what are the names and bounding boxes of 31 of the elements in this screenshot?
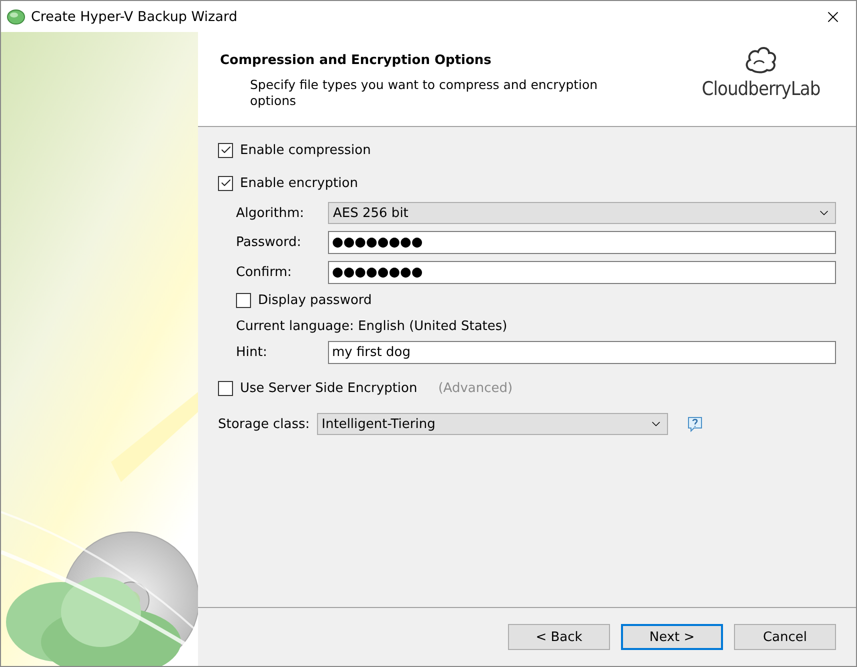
page-title: Compression and Encryption Options bbox=[220, 53, 492, 68]
display-password-checkbox[interactable] bbox=[236, 292, 251, 308]
compression-checkbox[interactable] bbox=[218, 142, 233, 158]
app-icon bbox=[7, 8, 25, 24]
window-title: Create Hyper-V Backup Wizard bbox=[31, 8, 238, 24]
logo-text: CloudberryLab bbox=[702, 78, 820, 100]
checkbox-label: Use Server Side Encryption bbox=[240, 380, 418, 396]
checkbox-label: Enable encryption bbox=[240, 176, 358, 190]
confirm-field[interactable]: ●●●●●●●● bbox=[328, 261, 836, 284]
storage-class-dropdown[interactable]: Intelligent-Tiering bbox=[316, 413, 668, 435]
help-icon[interactable] bbox=[686, 416, 703, 432]
wizard-button[interactable]: Next > bbox=[621, 624, 723, 650]
wizard-button[interactable]: < Back bbox=[508, 624, 610, 650]
field-label: Algorithm: bbox=[236, 206, 306, 220]
field-label: Hint: bbox=[236, 345, 268, 360]
field-label: Storage class: bbox=[218, 416, 310, 432]
language-text: Current language: English (United States) bbox=[236, 319, 508, 334]
hint-field[interactable]: my first dog bbox=[328, 341, 836, 364]
checkbox-label: Display password bbox=[258, 292, 372, 308]
checkbox-label: Enable compression bbox=[240, 142, 371, 158]
encryption-checkbox[interactable] bbox=[218, 176, 233, 190]
wizard-button[interactable]: Cancel bbox=[734, 624, 836, 650]
algorithm-dropdown[interactable]: AES 256 bit bbox=[328, 202, 836, 224]
password-field[interactable]: ●●●●●●●● bbox=[328, 231, 836, 254]
server-encryption-checkbox[interactable] bbox=[218, 380, 233, 396]
check-icon bbox=[220, 144, 232, 156]
field-label: Confirm: bbox=[236, 265, 293, 280]
check-icon bbox=[220, 177, 232, 189]
cloud-icon bbox=[744, 44, 778, 74]
page-subtitle: Specify file types you want to compress and encryption options bbox=[250, 77, 599, 109]
field-label: Password: bbox=[236, 235, 302, 250]
